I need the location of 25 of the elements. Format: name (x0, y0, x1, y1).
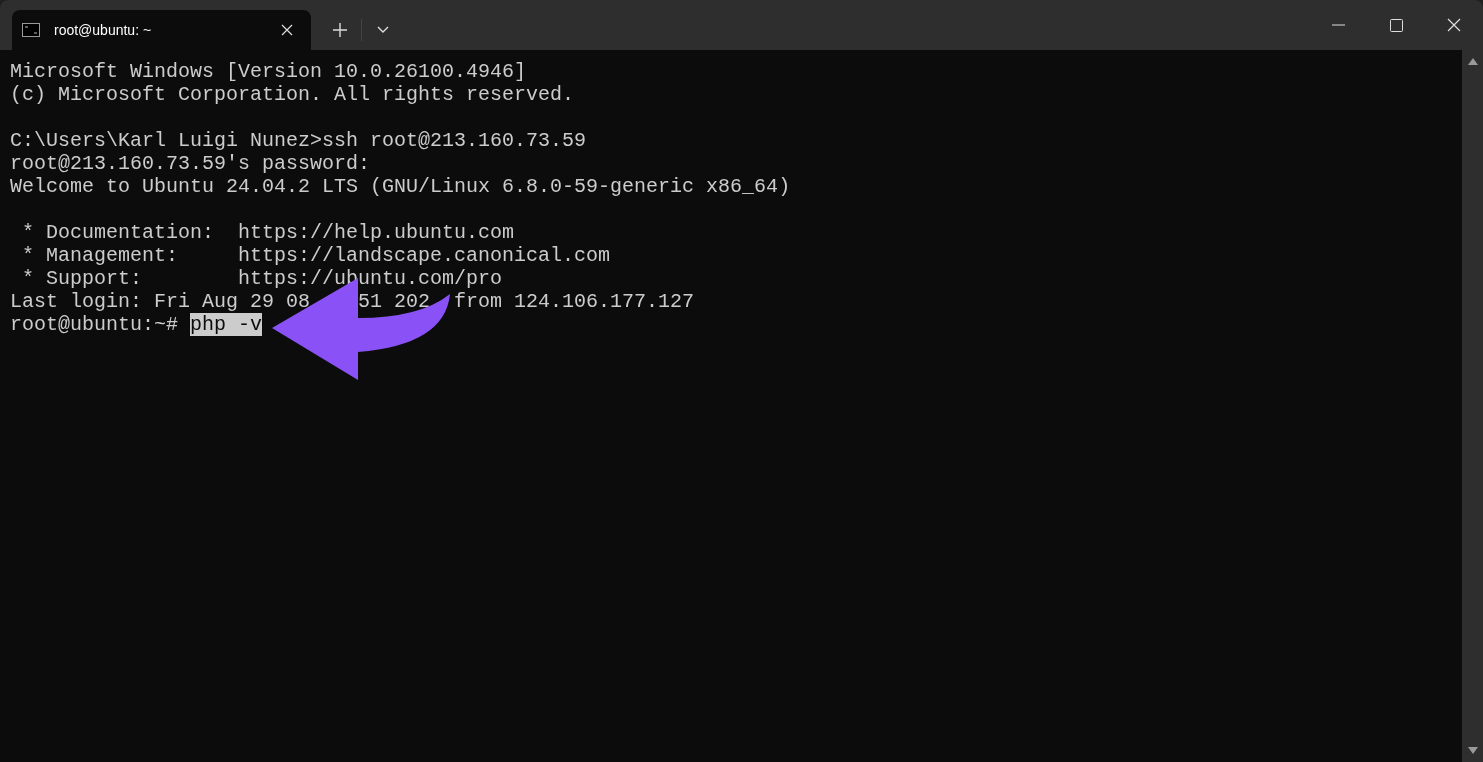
chevron-down-icon (377, 26, 389, 34)
scrollbar[interactable] (1462, 50, 1483, 762)
scroll-down-icon[interactable] (1467, 747, 1478, 754)
maximize-icon (1389, 18, 1403, 32)
terminal-tab[interactable]: root@ubuntu: ~ (12, 10, 311, 50)
terminal-line: * Support: https://ubuntu.com/pro (21, 267, 503, 290)
terminal-icon (22, 23, 40, 37)
terminal-text: 51 202 (358, 290, 431, 313)
terminal-line: Welcome to Ubuntu 24.04.2 LTS (GNU/Linux 6.8.0-59-generic x86_64) (10, 175, 791, 198)
close-icon (1447, 18, 1461, 32)
tab-title: root@ubuntu: ~ (54, 20, 153, 40)
plus-icon (333, 23, 347, 37)
terminal-line: * Management: https://landscape.canonical.com (21, 244, 611, 267)
terminal-text: from 124.106.177.127 (454, 290, 695, 313)
shell-prompt: root@ubuntu:~# (10, 313, 180, 336)
terminal-line: * Documentation: https://help.ubuntu.com (21, 221, 515, 244)
terminal-text: Last login: Fri Aug 29 08 (10, 290, 311, 313)
close-icon (281, 24, 293, 36)
typed-command: php -v (190, 313, 263, 336)
terminal-line: C:\Users\Karl Luigi Nunez>ssh root@213.160.73.59 (10, 129, 587, 152)
minimize-icon (1331, 24, 1345, 26)
terminal-line: Microsoft Windows [Version 10.0.26100.4946] (10, 60, 527, 83)
scroll-up-icon[interactable] (1467, 58, 1478, 65)
terminal-line: (c) Microsoft Corporation. All rights reserved. (10, 83, 575, 106)
terminal-line: root@213.160.73.59's password: (10, 152, 371, 175)
